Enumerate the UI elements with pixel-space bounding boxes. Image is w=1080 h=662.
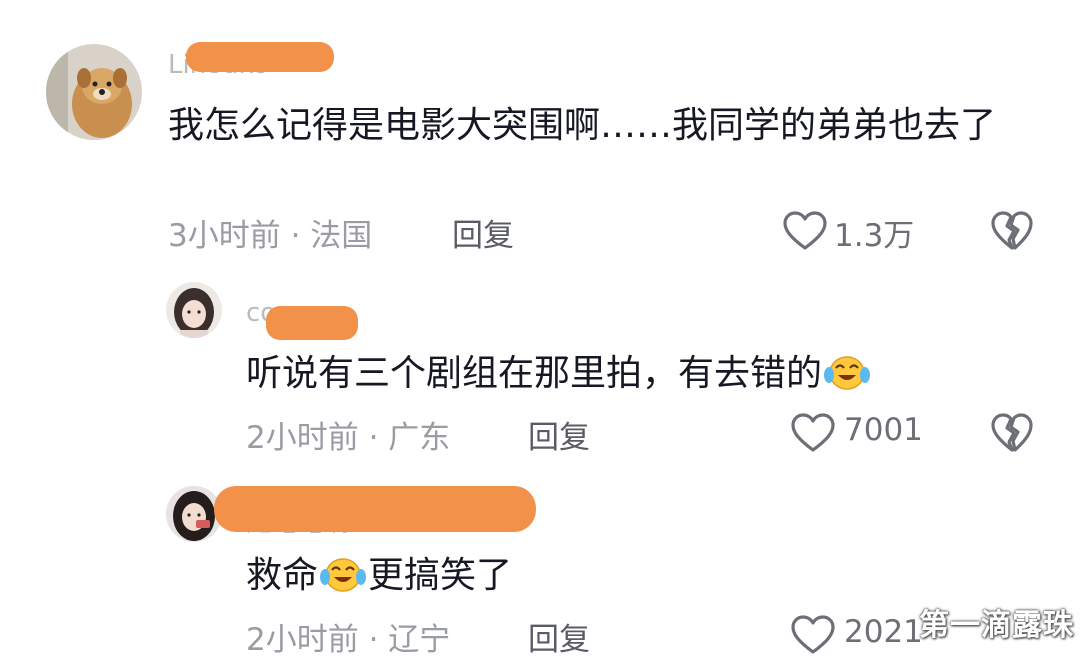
heart-outline-icon[interactable] [790,614,836,656]
comment-text: 我怎么记得是电影大突围啊……我同学的弟弟也去了 [168,105,997,146]
avatar[interactable] [166,282,222,338]
reply-button[interactable]: 回复 [528,412,590,457]
watermark: 第一滴露珠 [919,608,1074,643]
avatar[interactable] [46,44,142,140]
username-redaction [214,486,536,532]
heart-outline-icon[interactable] [790,412,836,454]
reply-button[interactable]: 回复 [528,614,590,659]
like-count: 1.3万 [834,218,915,254]
comment-text-end: 更搞笑了 [368,555,513,596]
comment-2: coco 听说有三个剧组在那里拍，有去错的 2小时前 · 广东 回复 7001 [0,262,1080,462]
broken-heart-icon[interactable] [990,210,1034,252]
timestamp-location: 2小时前 · 广东 [246,420,451,456]
comment-3: 是笔笔啊 ▸ c 救命 更搞笑了 2小时前 · 辽宁 回复 2021 [0,462,1080,662]
heart-outline-icon[interactable] [782,210,828,252]
comment-text: 听说有三个剧组在那里拍，有去错的 [246,348,1046,400]
like-count: 2021 [844,614,923,650]
comment-text-body: 听说有三个剧组在那里拍，有去错的 [246,353,823,394]
comment-text: 救命 更搞笑了 [246,550,1046,602]
laughing-crying-emoji [320,558,367,592]
timestamp-location: 2小时前 · 辽宁 [246,622,451,658]
like-count: 7001 [844,412,923,448]
username-redaction [186,42,334,72]
laughing-crying-emoji [824,356,871,390]
comment-1: Linouko 我怎么记得是电影大突围啊……我同学的弟弟也去了 3小时前 · 法… [0,0,1080,262]
broken-heart-icon[interactable] [990,412,1034,454]
reply-button[interactable]: 回复 [452,210,514,255]
username-redaction [266,306,358,340]
comment-text-start: 救命 [246,555,319,596]
timestamp-location: 3小时前 · 法国 [168,218,373,254]
